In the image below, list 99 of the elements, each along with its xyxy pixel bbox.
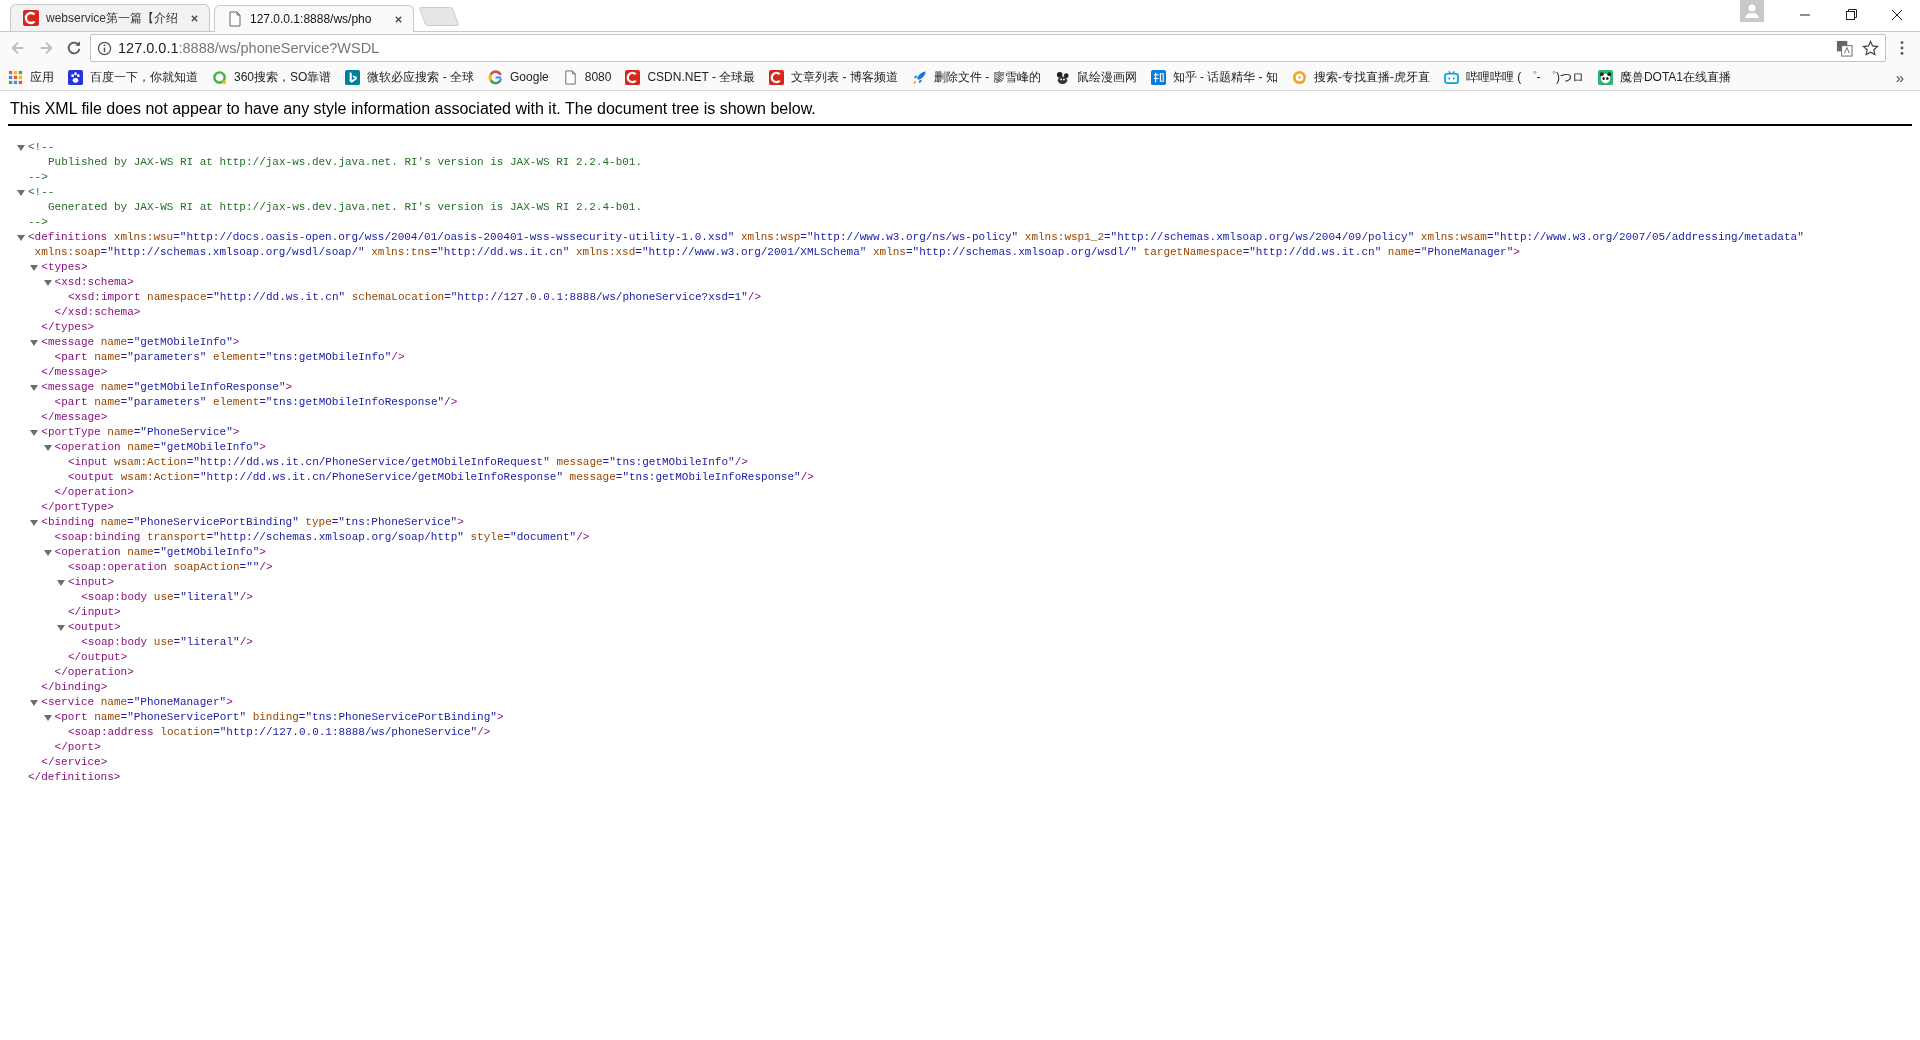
xml-line: </port> [54,740,102,755]
xml-notice: This XML file does not appear to have any style information associated with it. The document tree is shown below. [8,91,1912,126]
zhihu-icon [1150,69,1166,85]
bookmark[interactable]: CSDN.NET - 全球最 [625,68,756,86]
url-path: :8888/ws/phoneService?WSDL [178,40,380,56]
xml-line: --> [28,215,49,230]
xml-line: <output wsam:Action="http://dd.ws.it.cn/PhoneService/getMObileInfoResponse" message="tns:getMObileInfoResponse"/> [67,470,815,485]
xml-line: <soap:address location="http://127.0.0.1:8888/ws/phoneService"/> [67,725,492,740]
collapse-triangle-icon[interactable] [30,699,39,707]
collapse-triangle-icon[interactable] [17,189,25,197]
csdn-favicon-icon [23,10,39,26]
collapse-triangle-icon[interactable] [56,624,65,632]
bookmark[interactable]: 应用 [8,68,54,86]
panda-icon [1597,69,1613,85]
collapse-triangle-icon[interactable] [43,549,52,557]
paw-icon [68,69,83,85]
collapse-triangle-icon[interactable] [43,714,52,722]
xml-line: </operation> [54,485,135,500]
collapse-triangle-icon[interactable] [17,144,25,152]
page-icon [562,69,578,85]
ring-icon [212,69,227,85]
page-icon [227,11,243,27]
collapse-triangle-icon[interactable] [30,339,39,347]
bookmark[interactable]: 微软必应搜索 - 全球 [345,68,475,86]
xml-line: </portType> [41,500,115,515]
url-host: 127.0.0.1 [118,40,179,56]
browser-tab[interactable]: webservice第一篇【介绍 [10,4,210,31]
xml-line: <soap:operation soapAction=""/> [67,560,274,575]
bookmark[interactable]: 删除文件 - 廖雪峰的 [911,68,1041,86]
xml-line: <types> [41,260,89,275]
xml-line: </output> [67,650,129,665]
collapse-triangle-icon[interactable] [30,264,39,272]
address-bar[interactable]: 127.0.0.1:8888/ws/phoneService?WSDL [90,34,1886,62]
xml-line: </input> [67,605,122,620]
xml-line: <soap:body use="literal"/> [81,590,254,605]
close-tab-icon[interactable] [394,14,403,24]
collapse-triangle-icon[interactable] [30,384,39,392]
xml-line: </types> [41,320,96,335]
xml-line: <output> [67,620,122,635]
xml-line: <portType name="PhoneService"> [41,425,241,440]
bookmark[interactable]: 百度一下，你就知道 [68,68,198,86]
xml-line: </binding> [41,680,109,695]
xml-line: <input wsam:Action="http://dd.ws.it.cn/PhoneService/getMObileInfoRequest" message="tns:getMObileInfo"/> [67,455,749,470]
bookmark[interactable]: 360搜索，SO靠谱 [212,68,332,86]
xml-line: <binding name="PhoneServicePortBinding" type="tns:PhoneService"> [41,515,465,530]
bookmark[interactable]: 8080 [562,69,612,85]
huya-icon [1291,69,1307,85]
star-icon[interactable] [1862,39,1879,57]
bookmark[interactable]: Google [488,69,549,85]
bookmark[interactable]: 文章列表 - 博客频道 [769,68,898,86]
csdn-favicon-icon [769,69,785,85]
collapse-triangle-icon[interactable] [30,519,39,527]
xml-line: <!-- [28,185,56,200]
mouse-icon [1054,69,1070,85]
apps-grid-icon [8,69,23,85]
collapse-triangle-icon[interactable] [56,579,65,587]
xml-line: Published by JAX-WS RI at http://jax-ws.dev.java.net. RI's version is JAX-WS RI 2.2.4-b01. [47,155,644,170]
xml-line: --> [28,170,49,185]
xml-line: <part name="parameters" element="tns:getMObileInfo"/> [54,350,406,365]
browser-tab[interactable]: 127.0.0.1:8888/ws/pho [214,5,414,32]
xml-line: </message> [41,365,109,380]
xml-line: <service name="PhoneManager"> [41,695,234,710]
close-tab-icon[interactable] [190,13,199,23]
xml-line: Generated by JAX-WS RI at http://jax-ws.dev.java.net. RI's version is JAX-WS RI 2.2.4-b01. [47,200,644,215]
bookmark[interactable]: 魔兽DOTA1在线直播 [1597,68,1732,86]
google-icon [488,69,504,85]
collapse-triangle-icon[interactable] [17,234,25,242]
bookmark[interactable]: 鼠绘漫画网 [1054,68,1137,86]
xml-line: <operation name="getMObileInfo"> [54,545,267,560]
bing-icon [345,69,361,85]
xml-line: <part name="parameters" element="tns:getMObileInfoResponse"/> [54,395,459,410]
xml-line: <input> [67,575,116,590]
xml-line: </definitions> [28,770,122,785]
info-icon[interactable] [97,40,112,56]
xml-line: </operation> [54,665,135,680]
xml-line: </service> [41,755,109,770]
xml-line: <!-- [28,140,56,155]
xml-line: </xsd:schema> [54,305,142,320]
translate-icon[interactable] [1836,39,1853,57]
collapse-triangle-icon[interactable] [30,429,39,437]
rocket-icon [911,69,927,85]
collapse-triangle-icon[interactable] [43,279,52,287]
bookmark[interactable]: 哔哩哔哩 ( ゜- ゜)つロ [1443,68,1584,86]
bookmark[interactable]: 搜索-专找直播-虎牙直 [1291,68,1430,86]
xml-line: <soap:binding transport="http://schemas.xmlsoap.org/soap/http" style="document"/> [54,530,591,545]
xml-line: <operation name="getMObileInfo"> [54,440,267,455]
tv-icon [1443,69,1459,85]
xml-line: <definitions xmlns:wsu="http://docs.oasis-open.org/wss/2004/01/oasis-200401-wss-wssecurity-utility-1.0.xsd" xmlns:wsp="http://www.w3.org/ns/ws-policy" xmlns:wsp1_2="http://schemas.xmlsoap.org/ws/2004/09/policy" xmlns:wsam="http://www.w3.org/2007/05/addressing/metadata" xmlns:soap="http://schemas.xmlsoap.org/wsdl/soap/" xmlns:tns="http://dd.ws.it.cn" xmlns:xsd="http://www.w3.org/2001/XMLSchema" xmlns="http://schemas.xmlsoap.org/wsdl/" targetNamespace="http://dd.ws.it.cn" name="PhoneManager"> [28,230,1805,260]
xml-line: <message name="getMObileInfoResponse"> [41,380,294,395]
more-bookmarks-button[interactable]: » [1895,68,1912,86]
csdn-favicon-icon [625,69,641,85]
xml-line: <xsd:schema> [54,275,135,290]
bookmark[interactable]: 知乎 - 话题精华 - 知 [1150,68,1278,86]
collapse-triangle-icon[interactable] [43,444,52,452]
xml-line: <port name="PhoneServicePort" binding="tns:PhoneServicePortBinding"> [54,710,505,725]
xml-line: <message name="getMObileInfo"> [41,335,241,350]
xml-line: </message> [41,410,109,425]
xml-line: <xsd:import namespace="http://dd.ws.it.cn" schemaLocation="http://127.0.0.1:8888/ws/phoneService?xsd=1"/> [67,290,763,305]
xml-line: <soap:body use="literal"/> [81,635,254,650]
